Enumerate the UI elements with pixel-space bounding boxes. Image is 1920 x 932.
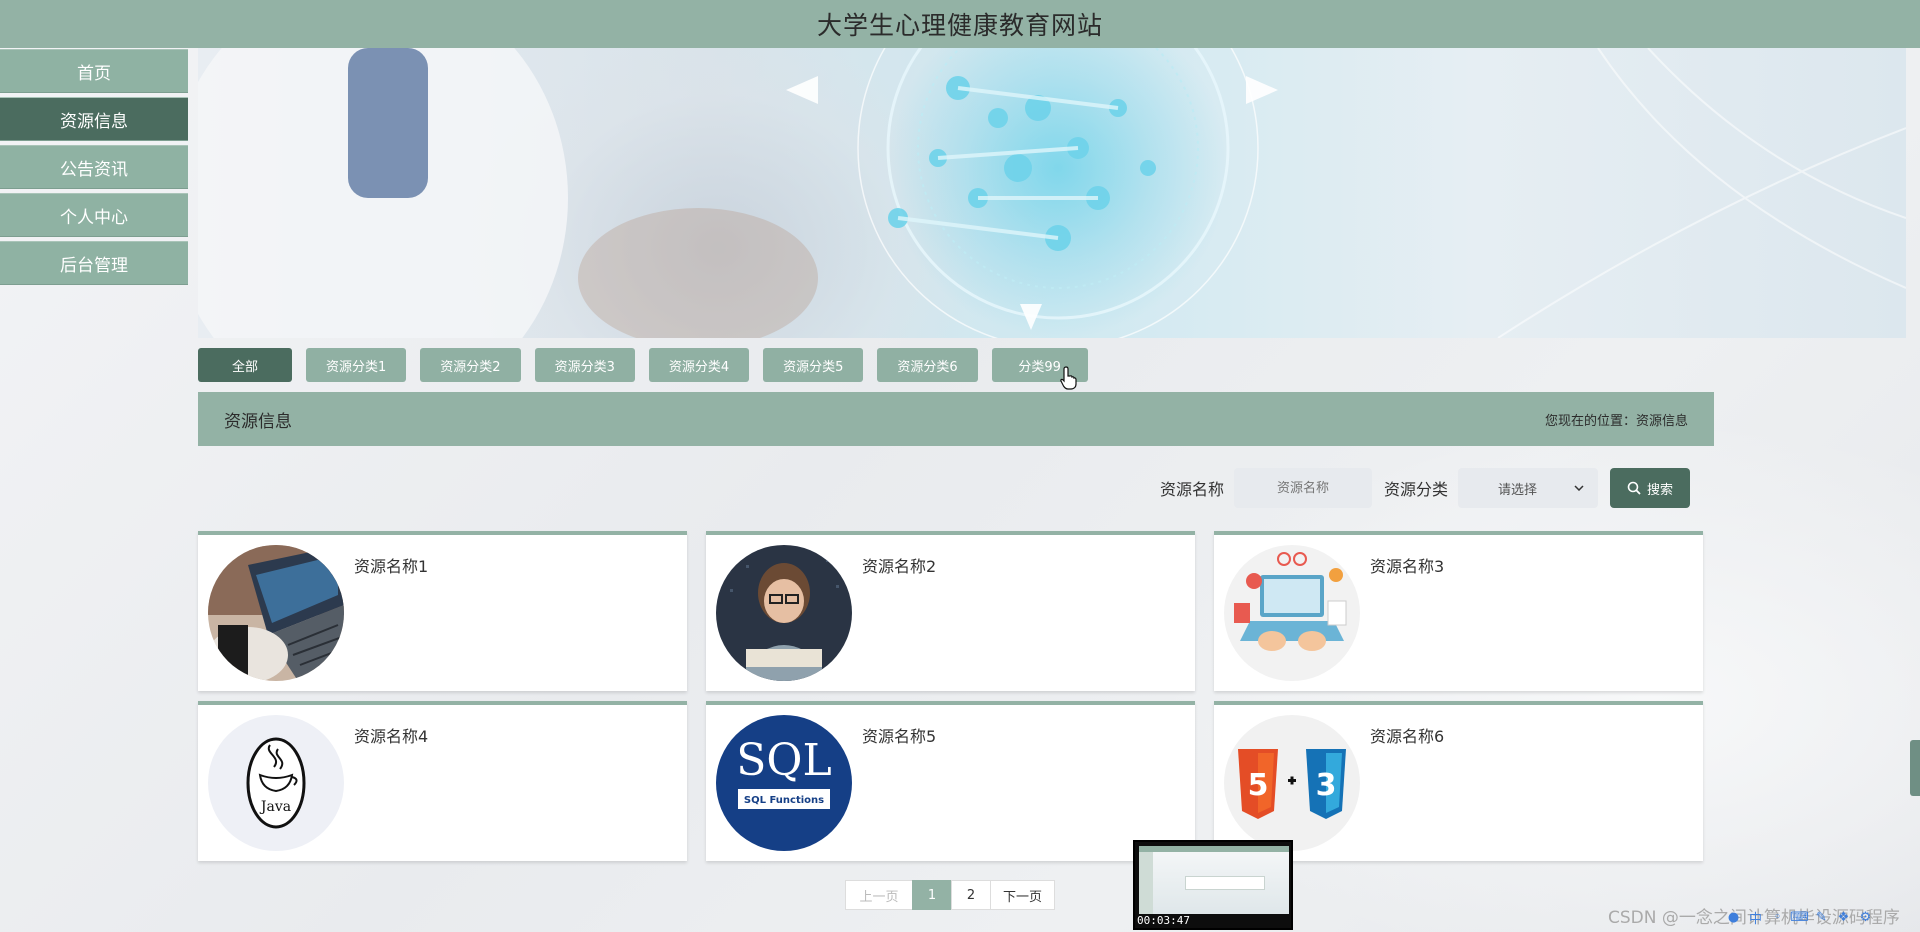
resource-name[interactable]: 资源名称1	[354, 553, 428, 577]
section-title: 资源信息	[224, 411, 292, 432]
tab-category-4[interactable]: 资源分类4	[648, 348, 750, 382]
name-label: 资源名称	[1160, 480, 1225, 499]
category-select[interactable]: 请选择	[1458, 468, 1599, 508]
breadcrumb: 您现在的位置：资源信息	[1545, 410, 1688, 429]
html5-logo-text: 5	[1248, 768, 1269, 803]
sidebar-item-label: 资源信息	[60, 111, 128, 132]
tab-category-1[interactable]: 资源分类1	[306, 348, 407, 382]
sql-logo-text: SQL	[736, 735, 831, 786]
resource-name[interactable]: 资源名称5	[862, 723, 936, 747]
name-search-input[interactable]	[1234, 468, 1373, 508]
site-title: 大学生心理健康教育网站	[816, 11, 1103, 40]
sidebar-item-announcements[interactable]: 公告资讯	[0, 145, 188, 189]
dna-banner-image	[198, 48, 1906, 338]
section-header: 资源信息 您现在的位置：资源信息	[198, 392, 1714, 446]
breadcrumb-prefix: 您现在的位置：	[1544, 413, 1636, 429]
skin-icon[interactable]: ❖	[1834, 908, 1853, 927]
resource-card[interactable]: SQL SQL Functions 资源名称5	[706, 701, 1195, 861]
hand-cursor-icon	[1060, 366, 1077, 390]
page-button-2[interactable]: 2	[951, 880, 991, 910]
search-button[interactable]: 搜索	[1610, 468, 1691, 508]
prev-page-button[interactable]: 上一页	[845, 880, 913, 910]
page-button-1[interactable]: 1	[912, 880, 952, 910]
page: 大学生心理健康教育网站 首页 资源信息 公告资讯 个人中心 后台管理 全部 资源…	[0, 0, 1920, 932]
laptop-photo-icon	[208, 545, 344, 681]
next-page-button[interactable]: 下一页	[990, 880, 1056, 910]
search-icon	[1627, 481, 1641, 495]
video-preview-side	[1139, 852, 1153, 914]
resource-card[interactable]: 资源名称2	[706, 531, 1195, 691]
video-preview-bar	[1139, 846, 1289, 852]
resource-card[interactable]: 资源名称3	[1214, 531, 1703, 691]
sidebar-item-home[interactable]: 首页	[0, 49, 188, 93]
resource-name[interactable]: 资源名称4	[354, 723, 428, 747]
category-label: 资源分类	[1384, 480, 1449, 499]
css3-logo-text: 3	[1316, 768, 1337, 803]
video-preview-thumbnail[interactable]: 00:03:47	[1133, 840, 1293, 930]
resource-name[interactable]: 资源名称6	[1370, 723, 1444, 747]
resource-name[interactable]: 资源名称2	[862, 553, 936, 577]
sidebar-item-label: 个人中心	[60, 207, 128, 228]
search-button-label: 搜索	[1647, 482, 1674, 498]
resource-card[interactable]: 5 3 资源名称6	[1214, 701, 1703, 861]
resource-name[interactable]: 资源名称3	[1370, 553, 1444, 577]
tab-category-5[interactable]: 资源分类5	[763, 348, 864, 382]
video-preview-box	[1185, 876, 1265, 890]
chevron-down-icon	[1574, 485, 1584, 491]
java-logo-icon: Java	[208, 715, 344, 851]
sidebar-item-label: 首页	[77, 63, 111, 84]
resource-card[interactable]: Java 资源名称4	[198, 701, 687, 861]
pagination: 上一页 1 2 下一页	[845, 880, 1056, 910]
ime-icon[interactable]: ●	[1724, 908, 1743, 927]
resource-card[interactable]: 资源名称1	[198, 531, 687, 691]
category-select-value: 请选择	[1498, 482, 1538, 498]
sql-logo-icon: SQL SQL Functions	[716, 715, 852, 851]
tab-category-3[interactable]: 资源分类3	[534, 348, 635, 382]
child-keyboard-photo-icon	[716, 545, 852, 681]
sql-functions-text: SQL Functions	[744, 795, 824, 806]
html5-css3-logo-icon: 5 3	[1224, 715, 1360, 851]
tool-icon[interactable]: ✎	[1812, 908, 1831, 927]
video-timestamp: 00:03:47	[1137, 914, 1190, 927]
sidebar-nav: 首页 资源信息 公告资讯 个人中心 后台管理	[0, 49, 188, 289]
system-tray: ● 中 ◦ ⌨ ✎ ❖ ⚙	[1724, 908, 1875, 927]
gear-icon[interactable]: ⚙	[1856, 908, 1875, 927]
category-tabs: 全部 资源分类1 资源分类2 资源分类3 资源分类4 资源分类5 资源分类6 分…	[198, 348, 1088, 382]
tab-category-6[interactable]: 资源分类6	[877, 348, 978, 382]
tab-category-2[interactable]: 资源分类2	[420, 348, 521, 382]
site-header: 大学生心理健康教育网站	[0, 0, 1920, 48]
side-float-tab[interactable]	[1910, 740, 1920, 796]
sidebar-item-resources[interactable]: 资源信息	[0, 97, 188, 141]
java-logo-text: Java	[259, 799, 291, 815]
sidebar-item-label: 公告资讯	[60, 159, 128, 180]
search-bar: 资源名称 资源分类 请选择 搜索	[1160, 468, 1691, 508]
punctuation-icon[interactable]: ◦	[1768, 908, 1787, 927]
keyboard-icon[interactable]: ⌨	[1790, 908, 1809, 927]
sidebar-item-personal-center[interactable]: 个人中心	[0, 193, 188, 237]
resource-grid: 资源名称1 资源名称2 资源名称3 Java 资源名称4 SQL SQL Fun…	[198, 531, 1704, 861]
video-preview-frame	[1139, 846, 1289, 914]
hero-banner	[198, 48, 1906, 338]
ime-mode-icon[interactable]: 中	[1746, 908, 1765, 927]
tab-all[interactable]: 全部	[198, 348, 292, 382]
laptop-illustration-icon	[1224, 545, 1360, 681]
breadcrumb-current[interactable]: 资源信息	[1636, 414, 1688, 429]
sidebar-item-admin[interactable]: 后台管理	[0, 241, 188, 285]
sidebar-item-label: 后台管理	[60, 255, 128, 276]
